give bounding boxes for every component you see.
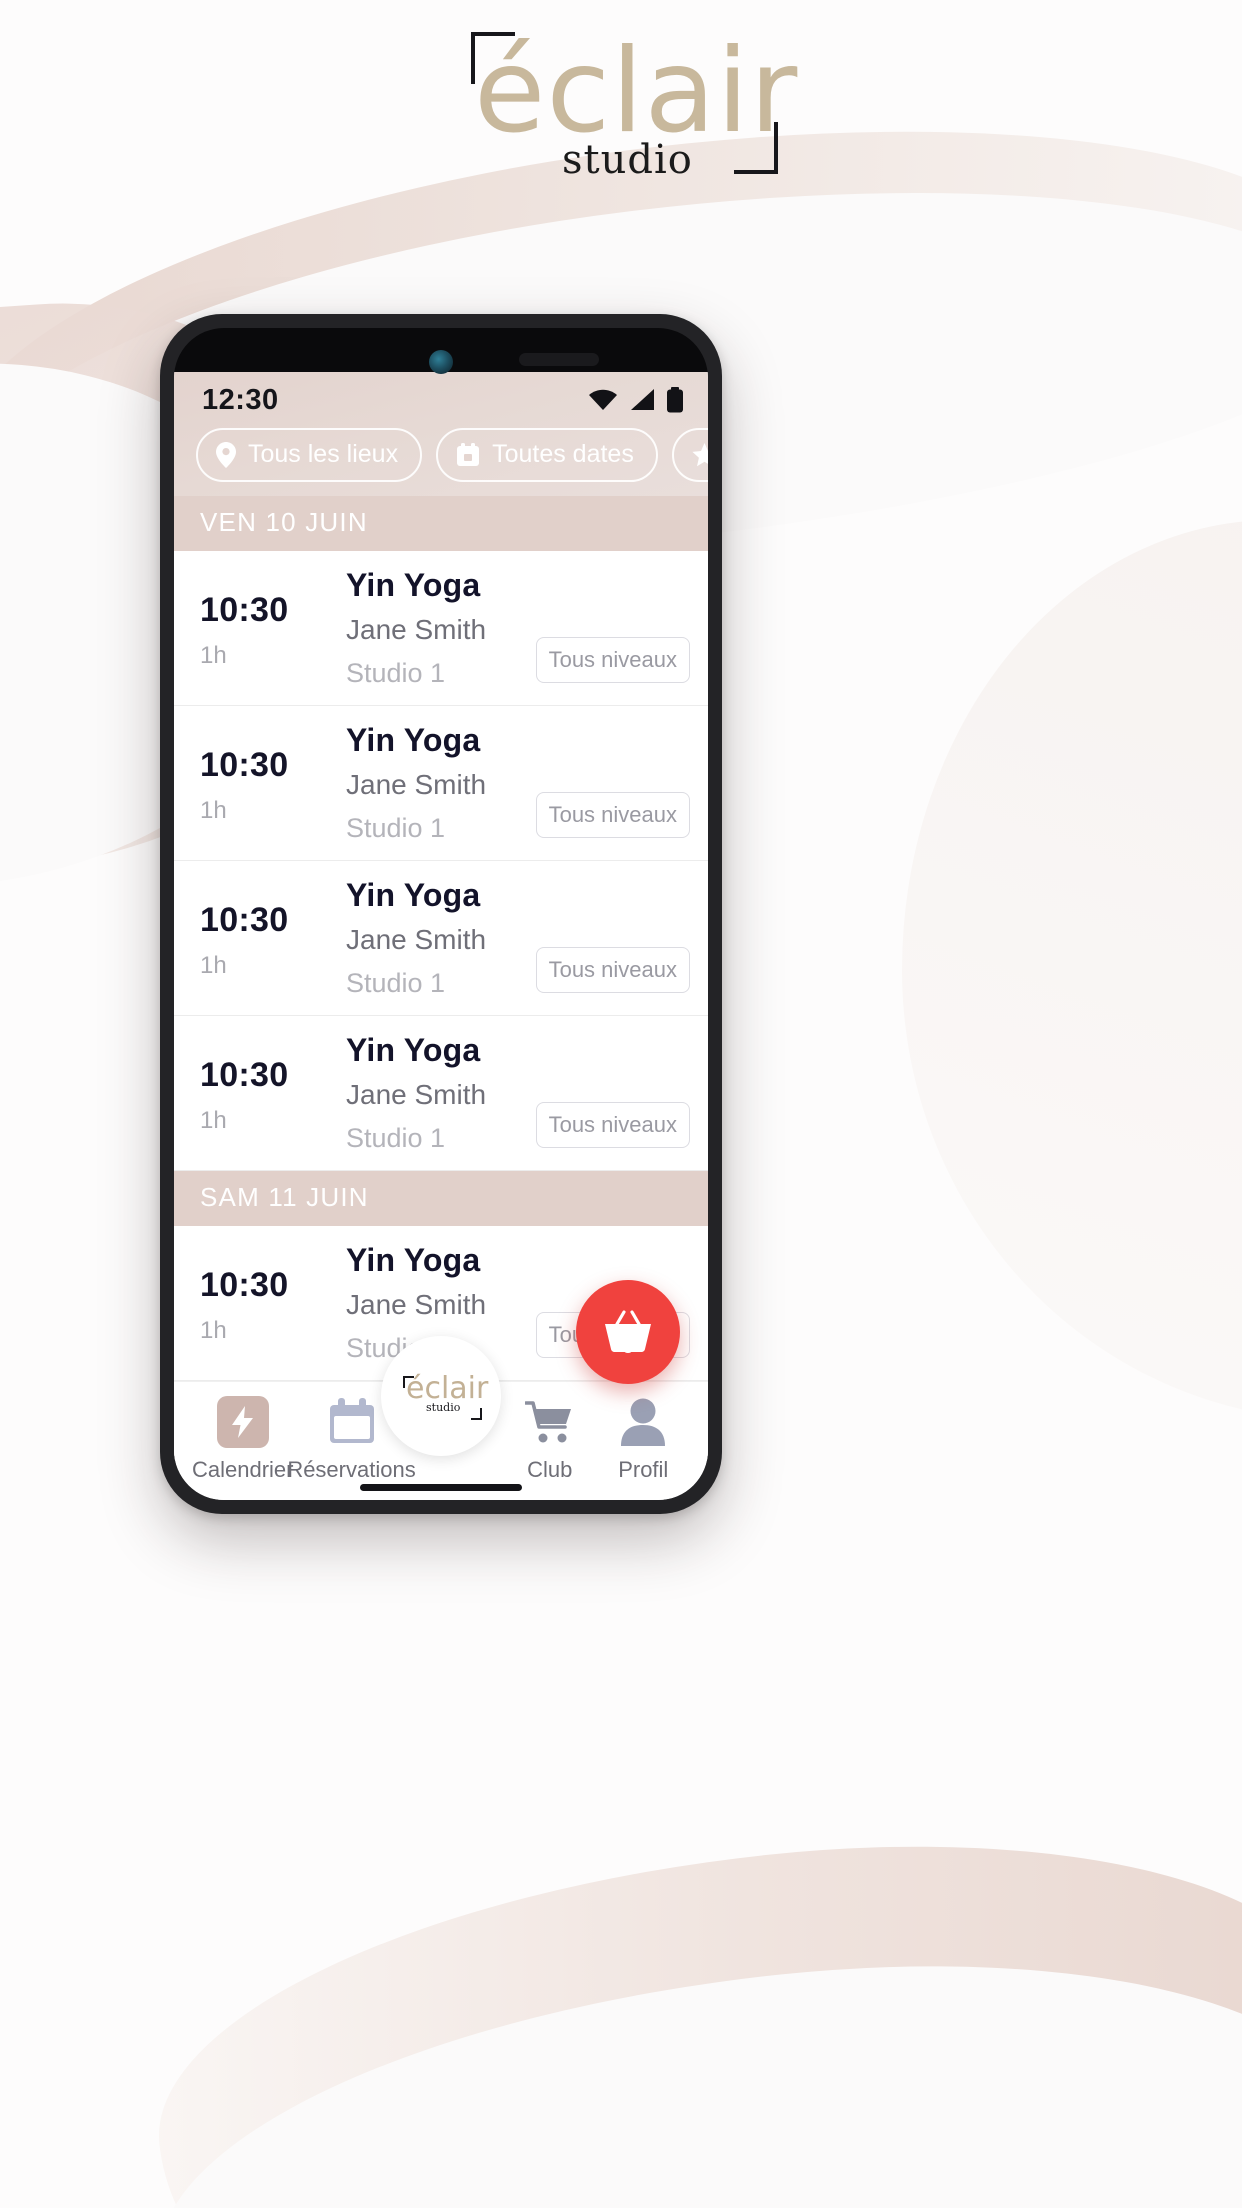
- status-icons: [588, 387, 684, 413]
- decorative-wave-bottom: [135, 1797, 1242, 2208]
- class-row[interactable]: 10:30 1h Yin Yoga Jane Smith Studio 1 Tous ni…: [174, 1016, 708, 1171]
- class-time-column: 10:30 1h: [200, 1032, 346, 1154]
- class-title: Yin Yoga: [346, 722, 481, 758]
- class-level-badge: Tous niveaux: [535, 947, 690, 993]
- class-start-time: 10:30: [200, 1055, 289, 1094]
- class-row[interactable]: 10:30 1h Yin Yoga Jane Smith Studio 1 Tous ni…: [174, 551, 708, 706]
- phone-screen: 12:30 Tous les lieux Toutes dates VEN 10…: [174, 328, 708, 1500]
- cart-item-count: 0: [621, 1332, 635, 1359]
- class-instructor: Jane Smith: [346, 1079, 487, 1110]
- app-screenshot-page: éclair studio 12:30 Tous les lieux Toute…: [0, 0, 1242, 2208]
- class-start-time: 10:30: [200, 745, 289, 784]
- nav-item-profil-label: Profil: [618, 1457, 669, 1482]
- brand-logo: éclair studio: [0, 22, 1242, 183]
- battery-icon: [667, 387, 683, 413]
- class-info-column: Yin Yoga Jane Smith Studio 1: [346, 877, 540, 999]
- class-start-time: 10:30: [200, 1265, 289, 1304]
- brand-subtitle: studio: [562, 137, 693, 183]
- nav-item-reservations-label: Réservations: [287, 1457, 416, 1482]
- nav-item-club-label: Club: [527, 1457, 573, 1482]
- class-level-badge: Tous niveaux: [535, 792, 690, 838]
- class-time-column: 10:30 1h: [200, 877, 346, 999]
- class-info-column: Yin Yoga Jane Smith Studio 1: [346, 1032, 540, 1154]
- class-duration: 1h: [200, 796, 227, 824]
- location-pin-icon: [216, 441, 236, 468]
- home-indicator: [360, 1484, 522, 1491]
- class-room: Studio 1: [346, 658, 446, 688]
- class-title: Yin Yoga: [346, 1242, 481, 1278]
- wifi-icon: [589, 389, 617, 410]
- nav-item-profil[interactable]: Profil: [597, 1396, 691, 1483]
- bottom-navigation-bar[interactable]: Calendrier Réservations Club Profil écla…: [174, 1336, 708, 1500]
- calendar-icon: [457, 442, 480, 466]
- star-icon: [692, 442, 708, 466]
- filter-chip-location[interactable]: Tous les lieux: [196, 428, 423, 482]
- center-brand-wordmark: éclair: [406, 1371, 489, 1406]
- nav-item-calendrier-label: Calendrier: [192, 1457, 294, 1482]
- phone-mockup: 12:30 Tous les lieux Toutes dates VEN 10…: [160, 314, 722, 1514]
- class-instructor: Jane Smith: [346, 1289, 487, 1320]
- day-header: SAM 11 JUIN: [174, 1171, 708, 1226]
- cart-fab-button[interactable]: 0: [576, 1280, 680, 1384]
- class-start-time: 10:30: [200, 590, 289, 629]
- class-time-column: 10:30 1h: [200, 567, 346, 689]
- app-header: 12:30 Tous les lieux Toutes dates: [174, 372, 708, 496]
- calendar-icon: [326, 1396, 378, 1448]
- class-title: Yin Yoga: [346, 567, 481, 603]
- class-room: Studio 1: [346, 813, 446, 843]
- class-time-column: 10:30 1h: [200, 722, 346, 844]
- class-title: Yin Yoga: [346, 1032, 481, 1068]
- class-level-badge: Tous niveaux: [535, 1102, 690, 1148]
- class-level-badge: Tous niveaux: [535, 637, 690, 683]
- center-brand-subtitle: studio: [426, 1401, 461, 1414]
- class-level-column: Tous niveaux: [535, 567, 690, 689]
- class-level-column: Tous niveaux: [535, 722, 690, 844]
- filter-chip-dates-label: Toutes dates: [492, 440, 634, 468]
- app-viewport: 12:30 Tous les lieux Toutes dates VEN 10…: [174, 372, 708, 1500]
- class-title: Yin Yoga: [346, 877, 481, 913]
- class-duration: 1h: [200, 1316, 227, 1344]
- class-duration: 1h: [200, 1106, 227, 1134]
- filter-chip-dates[interactable]: Toutes dates: [436, 428, 658, 482]
- nav-item-club[interactable]: Club: [503, 1396, 597, 1483]
- class-level-column: Tous niveaux: [535, 1032, 690, 1154]
- class-start-time: 10:30: [200, 900, 289, 939]
- filter-chip-location-label: Tous les lieux: [248, 440, 399, 468]
- class-level-column: Tous niveaux: [535, 877, 690, 999]
- status-bar: 12:30: [174, 372, 708, 428]
- bracket-bottom-right-icon: [471, 1408, 482, 1420]
- class-room: Studio 1: [346, 968, 446, 998]
- lightning-bolt-icon: [216, 1396, 269, 1448]
- class-row[interactable]: 10:30 1h Yin Yoga Jane Smith Studio 1 Tous ni…: [174, 706, 708, 861]
- class-instructor: Jane Smith: [346, 924, 487, 955]
- class-instructor: Jane Smith: [346, 614, 487, 645]
- filter-chip-row[interactable]: Tous les lieux Toutes dates: [174, 428, 708, 490]
- status-time: 12:30: [202, 383, 279, 416]
- schedule-list[interactable]: VEN 10 JUIN 10:30 1h Yin Yoga Jane Smith Stud…: [174, 496, 708, 1382]
- class-duration: 1h: [200, 641, 227, 669]
- center-brand-button[interactable]: éclair studio: [381, 1336, 501, 1456]
- shopping-cart-icon: [524, 1396, 576, 1448]
- decorative-wave-bottom-inner: [136, 1916, 1242, 2208]
- decorative-wave-right: [902, 520, 1242, 1420]
- day-header: VEN 10 JUIN: [174, 496, 708, 551]
- class-row[interactable]: 10:30 1h Yin Yoga Jane Smith Studio 1 Tous ni…: [174, 861, 708, 1016]
- brand-wordmark: éclair: [474, 24, 799, 159]
- class-instructor: Jane Smith: [346, 769, 487, 800]
- class-time-column: 10:30 1h: [200, 1242, 346, 1364]
- earpiece-speaker: [519, 353, 599, 366]
- signal-icon: [631, 389, 654, 410]
- filter-chip-activities[interactable]: Activités: [671, 428, 708, 482]
- class-room: Studio 1: [346, 1123, 446, 1153]
- nav-item-calendrier[interactable]: Calendrier: [192, 1396, 294, 1483]
- class-info-column: Yin Yoga Jane Smith Studio 1: [346, 722, 540, 844]
- class-duration: 1h: [200, 951, 227, 979]
- front-camera-icon: [429, 350, 453, 374]
- person-icon: [617, 1396, 669, 1448]
- class-info-column: Yin Yoga Jane Smith Studio 1: [346, 567, 540, 689]
